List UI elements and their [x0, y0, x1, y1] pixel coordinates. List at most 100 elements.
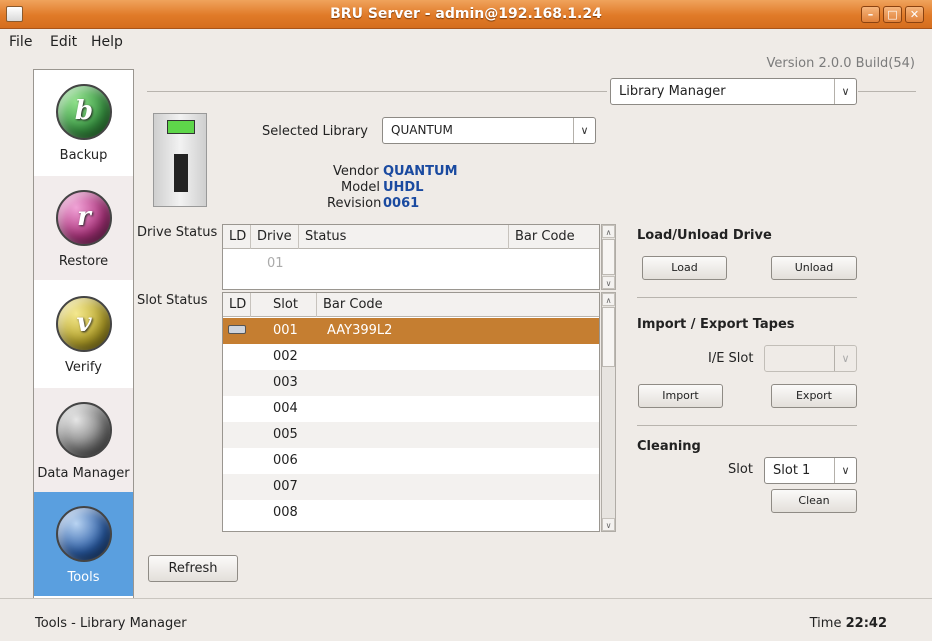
section-divider	[637, 425, 857, 426]
nav-label-backup: Backup	[59, 148, 108, 163]
menu-help[interactable]: Help	[91, 34, 123, 50]
slot-number: 007	[273, 479, 298, 494]
tools-icon	[56, 506, 112, 562]
version-label: Version 2.0.0 Build(54)	[766, 56, 915, 71]
slot-number: 008	[273, 505, 298, 520]
ie-slot-label: I/E Slot	[708, 351, 754, 366]
header-divider-left	[147, 91, 607, 92]
table-row[interactable]: 006	[223, 448, 599, 474]
slot-table-scrollbar[interactable]: ∧ ∨	[601, 292, 616, 532]
nav-label-verify: Verify	[65, 360, 102, 375]
drive-table-scrollbar[interactable]: ∧ ∨	[601, 224, 616, 290]
restore-icon: r	[56, 190, 112, 246]
nav-label-data-manager: Data Manager	[37, 466, 130, 481]
close-button[interactable]: ✕	[905, 6, 924, 23]
backup-icon: b	[56, 84, 112, 140]
model-value: UHDL	[383, 180, 424, 195]
scroll-thumb[interactable]	[602, 239, 615, 275]
nav-item-data-manager[interactable]: Data Manager	[34, 388, 133, 492]
load-button[interactable]: Load	[642, 256, 727, 280]
manager-select[interactable]: Library Manager ∨	[610, 78, 857, 105]
ie-slot-select[interactable]: ∨	[764, 345, 857, 372]
slot-number: 006	[273, 453, 298, 468]
chevron-down-icon: ∨	[573, 118, 595, 143]
revision-label: Revision	[327, 196, 382, 211]
import-button[interactable]: Import	[638, 384, 723, 408]
col-slot[interactable]: Slot	[251, 293, 317, 317]
chevron-down-icon: ∨	[834, 79, 856, 104]
col-ld[interactable]: LD	[223, 293, 251, 317]
nav-label-restore: Restore	[58, 254, 109, 269]
table-row[interactable]: 003	[223, 370, 599, 396]
col-ld[interactable]: LD	[223, 225, 251, 249]
title-bar: BRU Server - admin@192.168.1.24 – □ ✕	[0, 0, 932, 29]
table-row[interactable]: 008	[223, 500, 599, 526]
status-time: Time 22:42	[810, 616, 887, 631]
nav-item-tools[interactable]: Tools	[34, 492, 133, 596]
slot-number: 002	[273, 349, 298, 364]
chevron-down-icon: ∨	[834, 458, 856, 483]
table-row[interactable]: 004	[223, 396, 599, 422]
table-row[interactable]: 001 AAY399L2	[223, 318, 599, 344]
table-row[interactable]: 005	[223, 422, 599, 448]
clean-button[interactable]: Clean	[771, 489, 857, 513]
col-drive[interactable]: Drive	[251, 225, 299, 249]
slot-barcode: AAY399L2	[327, 323, 393, 338]
drive-number: 01	[267, 256, 284, 271]
col-bar-code[interactable]: Bar Code	[509, 225, 599, 249]
scroll-down-icon[interactable]: ∨	[602, 518, 615, 531]
vendor-label: Vendor	[333, 164, 379, 179]
col-bar-code[interactable]: Bar Code	[317, 293, 599, 317]
table-row[interactable]: 01	[223, 251, 599, 277]
maximize-button[interactable]: □	[883, 6, 902, 23]
table-row[interactable]: 002	[223, 344, 599, 370]
menu-edit[interactable]: Edit	[50, 34, 77, 50]
nav-panel: b Backup r Restore v Verify Data Manager…	[33, 69, 134, 599]
slot-number: 003	[273, 375, 298, 390]
slot-table-header: LD Slot Bar Code	[223, 293, 599, 317]
scroll-up-icon[interactable]: ∧	[602, 225, 615, 238]
menu-file[interactable]: File	[9, 34, 32, 50]
nav-item-backup[interactable]: b Backup	[34, 70, 133, 174]
scroll-thumb[interactable]	[602, 307, 615, 367]
slot-number: 004	[273, 401, 298, 416]
revision-value: 0061	[383, 196, 420, 211]
drive-status-label: Drive Status	[137, 225, 218, 240]
data-manager-icon	[56, 402, 112, 458]
table-row[interactable]: 007	[223, 474, 599, 500]
window-title: BRU Server - admin@192.168.1.24	[330, 6, 602, 22]
drive-table-header: LD Drive Status Bar Code	[223, 225, 599, 249]
selected-library-value: QUANTUM	[391, 123, 453, 137]
menu-bar: File Edit Help	[0, 29, 932, 55]
slot-number: 001	[273, 323, 298, 338]
import-export-title: Import / Export Tapes	[637, 317, 795, 332]
nav-item-verify[interactable]: v Verify	[34, 282, 133, 386]
manager-select-value: Library Manager	[619, 84, 726, 99]
status-text: Tools - Library Manager	[35, 616, 187, 631]
chevron-down-icon: ∨	[834, 346, 856, 371]
load-unload-title: Load/Unload Drive	[637, 228, 772, 243]
tape-library-icon	[153, 113, 207, 207]
cleaning-slot-select[interactable]: Slot 1 ∨	[764, 457, 857, 484]
time-label: Time	[809, 616, 842, 631]
selected-library-select[interactable]: QUANTUM ∨	[382, 117, 596, 144]
refresh-button[interactable]: Refresh	[148, 555, 238, 582]
export-button[interactable]: Export	[771, 384, 857, 408]
scroll-up-icon[interactable]: ∧	[602, 293, 615, 306]
selected-library-label: Selected Library	[262, 124, 368, 139]
slot-status-label: Slot Status	[137, 293, 208, 308]
cleaning-title: Cleaning	[637, 439, 701, 454]
minimize-button[interactable]: –	[861, 6, 880, 23]
status-bar: Tools - Library Manager Time 22:42	[0, 598, 932, 641]
nav-label-tools: Tools	[67, 570, 100, 585]
col-status[interactable]: Status	[299, 225, 509, 249]
nav-item-restore[interactable]: r Restore	[34, 176, 133, 280]
scroll-down-icon[interactable]: ∨	[602, 276, 615, 289]
time-value: 22:42	[845, 616, 887, 631]
verify-icon: v	[56, 296, 112, 352]
drive-status-table: LD Drive Status Bar Code 01	[222, 224, 600, 290]
unload-button[interactable]: Unload	[771, 256, 857, 280]
section-divider	[637, 297, 857, 298]
slot-number: 005	[273, 427, 298, 442]
slot-status-table: LD Slot Bar Code 001 AAY399L2 002 003 00…	[222, 292, 600, 532]
